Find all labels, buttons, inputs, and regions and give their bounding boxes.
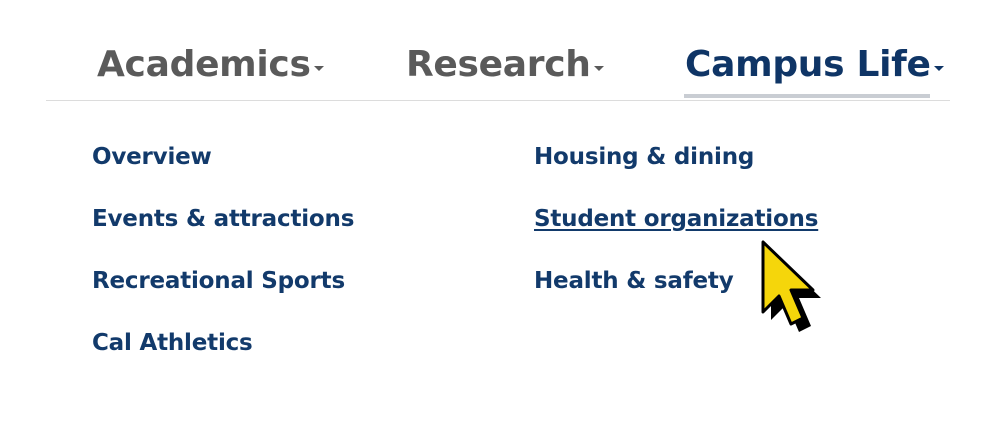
- menu-link-cal-athletics[interactable]: Cal Athletics: [92, 328, 253, 358]
- mouse-pointer-icon: [761, 240, 821, 332]
- chevron-down-icon: [933, 65, 944, 71]
- nav-tab-label: Campus Life: [685, 44, 931, 85]
- top-navigation: Academics Research Campus Life: [0, 0, 996, 100]
- nav-tab-label: Research: [406, 44, 591, 85]
- menu-link-housing-dining[interactable]: Housing & dining: [534, 142, 754, 172]
- chevron-down-icon: [313, 65, 324, 71]
- menu-link-events-attractions[interactable]: Events & attractions: [92, 204, 354, 234]
- chevron-down-icon: [593, 65, 604, 71]
- menu-link-health-safety[interactable]: Health & safety: [534, 266, 734, 296]
- active-tab-indicator: [684, 94, 930, 98]
- menu-link-student-organizations[interactable]: Student organizations: [534, 204, 818, 234]
- menu-link-overview[interactable]: Overview: [92, 142, 212, 172]
- nav-tab-label: Academics: [97, 44, 311, 85]
- nav-divider: [46, 100, 950, 101]
- nav-tab-academics[interactable]: Academics: [97, 40, 324, 90]
- nav-tab-research[interactable]: Research: [406, 40, 604, 90]
- nav-tab-campus-life[interactable]: Campus Life: [685, 40, 944, 90]
- menu-link-recreational-sports[interactable]: Recreational Sports: [92, 266, 345, 296]
